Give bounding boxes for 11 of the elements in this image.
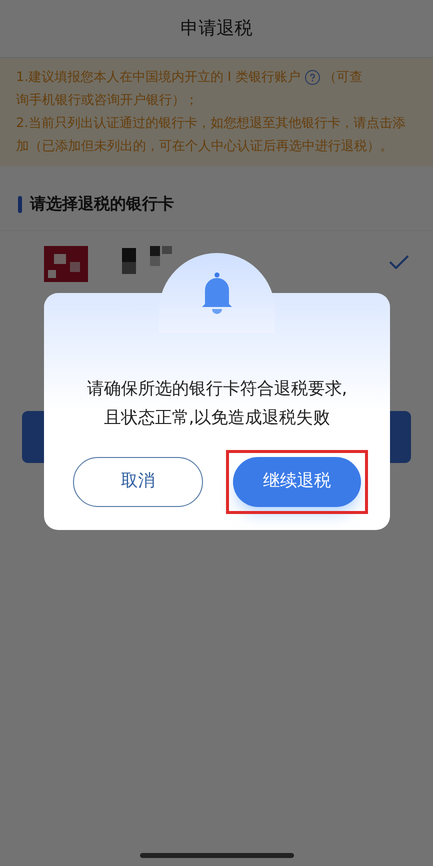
notice-text: （可查	[324, 70, 363, 85]
section-marker	[18, 196, 22, 212]
dialog-message: 请确保所选的银行卡符合退税要求, 且状态正常,以免造成退税失败	[86, 378, 348, 430]
notice-text: 询手机银行或咨询开户银行）；	[16, 92, 199, 110]
continue-button[interactable]: 继续退税	[233, 457, 361, 507]
notice-text: 2.当前只列出认证通过的银行卡，如您想退至其他银行卡，请点击添加（已添加但未列出的，可在个人中心认证后再选中进行退税）。	[16, 115, 406, 156]
help-icon[interactable]	[304, 70, 320, 85]
section-title: 请选择退税的银行卡	[30, 193, 174, 215]
notice-text: 1.建议填报您本人在中国境内开立的 I 类银行账户	[16, 70, 301, 85]
page-title: 申请退税	[180, 17, 252, 41]
cancel-button[interactable]: 取消	[73, 457, 203, 507]
